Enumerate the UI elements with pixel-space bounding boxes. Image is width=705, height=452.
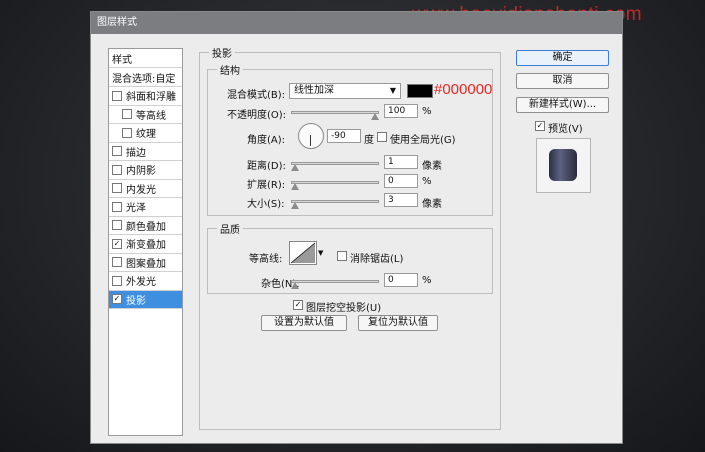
style-item-row[interactable]: ✓ 渐变叠加 <box>109 235 182 254</box>
angle-unit: 度 <box>364 135 374 146</box>
distance-input[interactable]: 1 <box>384 155 418 169</box>
distance-unit: 像素 <box>422 161 442 172</box>
styles-list: 样式 混合选项:自定 斜面和浮雕等高线纹理描边内阴影内发光光泽颜色叠加 ✓ 渐变叠加… <box>108 48 183 436</box>
style-item-label: 纹理 <box>136 129 156 141</box>
style-item-checkbox[interactable] <box>112 164 122 175</box>
antialias-label: 消除锯齿(L) <box>350 254 404 265</box>
blend-options-item[interactable]: 混合选项:自定 <box>109 68 182 87</box>
spread-label: 扩展(R): <box>247 180 286 191</box>
contour-linear-icon <box>290 242 316 264</box>
distance-label: 距离(D): <box>247 161 286 172</box>
contour-dropdown-icon[interactable]: ▼ <box>318 249 323 257</box>
distance-slider-thumb[interactable] <box>291 164 299 171</box>
knockout-label: 图层挖空投影(U) <box>306 303 382 314</box>
style-item-row[interactable]: 颜色叠加 <box>109 217 182 235</box>
style-item-label: 内阴影 <box>126 166 156 178</box>
size-label: 大小(S): <box>247 199 285 210</box>
style-item-checkbox[interactable] <box>122 109 132 120</box>
quality-title: 品质 <box>217 221 243 236</box>
spread-slider[interactable] <box>291 181 379 184</box>
style-item-row[interactable]: 斜面和浮雕 <box>109 87 182 106</box>
styles-list-header[interactable]: 样式 <box>109 49 182 68</box>
angle-dial[interactable] <box>298 123 324 149</box>
knockout-checkbox[interactable]: ✓ <box>293 300 303 310</box>
style-item-row[interactable]: ✓ 投影 <box>109 290 182 309</box>
shadow-color-swatch[interactable] <box>407 84 433 98</box>
size-slider-thumb[interactable] <box>291 202 299 209</box>
global-light-checkbox[interactable] <box>377 132 387 142</box>
blend-mode-select[interactable]: 线性加深 ▼ <box>289 83 401 99</box>
preview-thumbnail <box>536 138 591 193</box>
cancel-button[interactable]: 取消 <box>516 73 609 89</box>
preview-shape <box>549 149 577 181</box>
style-item-checkbox[interactable] <box>122 127 132 138</box>
angle-label: 角度(A): <box>247 135 286 146</box>
angle-input[interactable]: -90 <box>327 129 361 143</box>
style-item-label: 等高线 <box>136 110 166 122</box>
style-item-row[interactable]: 内阴影 <box>109 161 182 180</box>
style-item-row[interactable]: 光泽 <box>109 198 182 217</box>
layer-style-dialog: 图层样式 样式 混合选项:自定 斜面和浮雕等高线纹理描边内阴影内发光光泽颜色叠加… <box>90 11 623 444</box>
antialias-checkbox[interactable] <box>337 251 347 261</box>
style-item-label: 投影 <box>126 295 146 307</box>
size-slider[interactable] <box>291 200 379 203</box>
style-item-label: 描边 <box>126 147 146 159</box>
opacity-unit: % <box>422 106 432 117</box>
make-default-button[interactable]: 设置为默认值 <box>261 315 347 331</box>
style-item-label: 外发光 <box>126 277 156 289</box>
spread-unit: % <box>422 176 432 187</box>
angle-needle <box>310 135 311 146</box>
size-input[interactable]: 3 <box>384 193 418 207</box>
style-item-row[interactable]: 图案叠加 <box>109 254 182 272</box>
reset-default-button[interactable]: 复位为默认值 <box>358 315 438 331</box>
opacity-label: 不透明度(O): <box>227 110 287 121</box>
style-item-checkbox[interactable] <box>112 220 122 231</box>
new-style-button[interactable]: 新建样式(W)... <box>516 97 609 113</box>
ok-button[interactable]: 确定 <box>516 50 609 66</box>
spread-slider-thumb[interactable] <box>291 183 299 190</box>
style-item-checkbox[interactable] <box>112 275 122 286</box>
style-item-label: 渐变叠加 <box>126 240 166 252</box>
style-item-row[interactable]: 描边 <box>109 143 182 161</box>
style-item-checkbox[interactable] <box>112 183 122 194</box>
style-item-label: 斜面和浮雕 <box>126 92 176 104</box>
style-item-label: 颜色叠加 <box>126 221 166 233</box>
preview-checkbox[interactable]: ✓ <box>535 121 545 131</box>
structure-title: 结构 <box>217 62 243 77</box>
noise-unit: % <box>422 275 432 286</box>
style-item-checkbox[interactable] <box>112 146 122 157</box>
style-item-checkbox[interactable] <box>112 90 122 101</box>
chevron-down-icon: ▼ <box>389 86 396 95</box>
drop-shadow-title: 投影 <box>209 45 235 60</box>
opacity-slider[interactable] <box>291 111 379 114</box>
noise-slider[interactable] <box>291 280 379 283</box>
contour-label: 等高线: <box>249 254 283 265</box>
style-item-row[interactable]: 等高线 <box>109 106 182 124</box>
preview-label: 预览(V) <box>548 124 583 135</box>
spread-input[interactable]: 0 <box>384 174 418 188</box>
color-hex-annotation: #000000 <box>434 81 493 98</box>
style-item-label: 内发光 <box>126 184 156 196</box>
style-item-row[interactable]: 内发光 <box>109 180 182 198</box>
contour-picker[interactable] <box>289 241 317 265</box>
style-item-row[interactable]: 纹理 <box>109 124 182 143</box>
noise-slider-thumb[interactable] <box>291 282 299 289</box>
style-item-label: 光泽 <box>126 203 146 215</box>
blend-mode-label: 混合模式(B): <box>227 90 286 101</box>
global-light-label: 使用全局光(G) <box>390 135 456 146</box>
blend-mode-value: 线性加深 <box>294 85 334 96</box>
dialog-title: 图层样式 <box>91 12 622 34</box>
size-unit: 像素 <box>422 199 442 210</box>
style-item-row[interactable]: 外发光 <box>109 272 182 291</box>
style-item-checkbox[interactable]: ✓ <box>112 294 122 305</box>
distance-slider[interactable] <box>291 162 379 165</box>
style-item-checkbox[interactable] <box>112 201 122 212</box>
opacity-slider-thumb[interactable] <box>371 113 379 120</box>
style-item-checkbox[interactable]: ✓ <box>112 238 122 249</box>
style-item-label: 图案叠加 <box>126 258 166 270</box>
style-item-checkbox[interactable] <box>112 257 122 268</box>
opacity-input[interactable]: 100 <box>384 104 418 118</box>
noise-input[interactable]: 0 <box>384 273 418 287</box>
